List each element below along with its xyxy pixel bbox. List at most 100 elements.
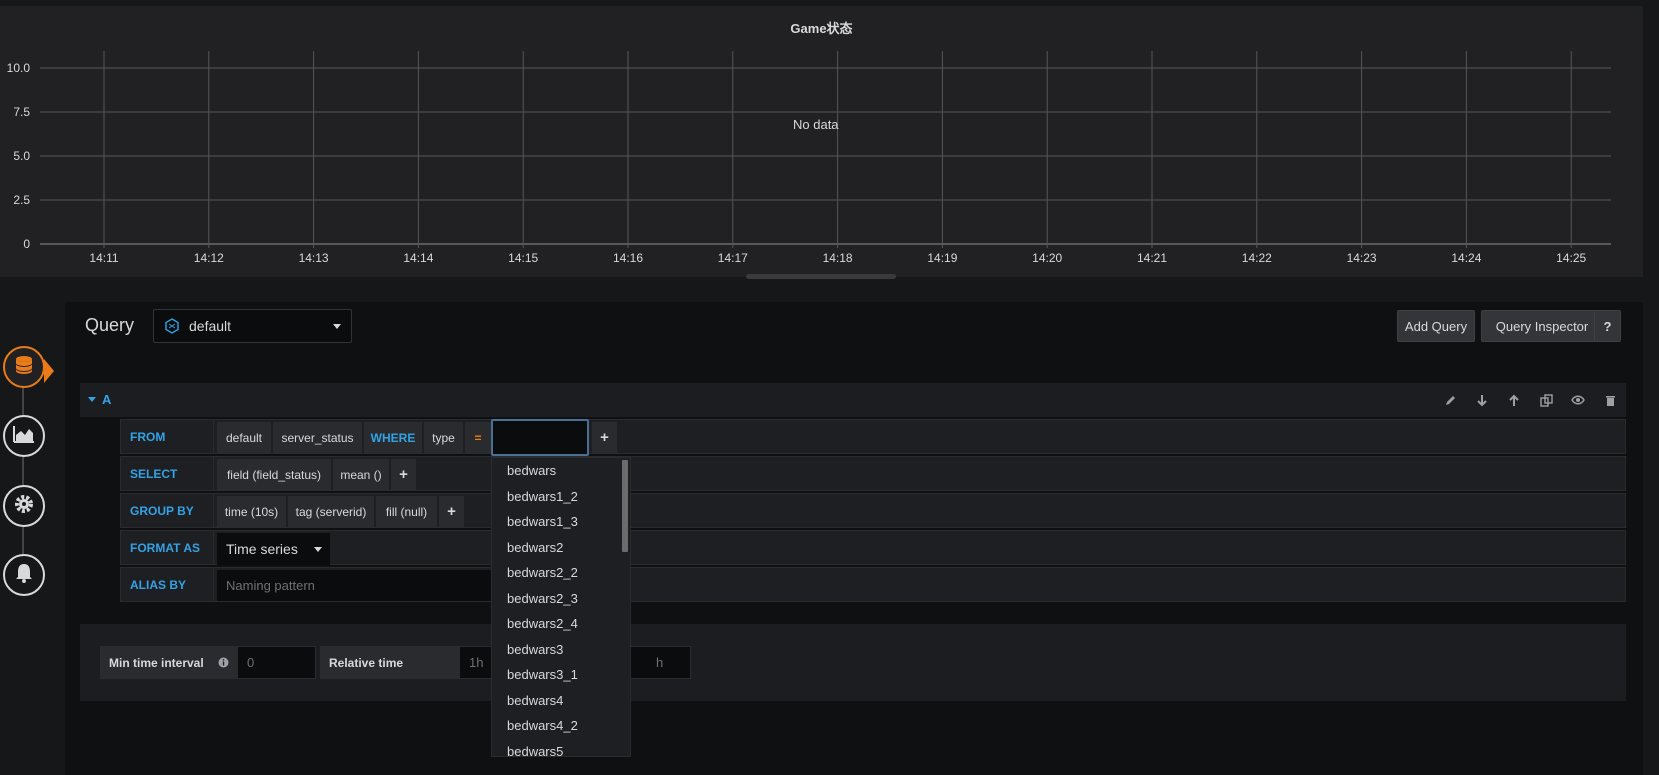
grafana-panel-editor: 0 2.5 5.0 7.5 10.0 14:11 14:12 14:13 14:14 14:15 1…	[0, 0, 1659, 775]
edit-icon[interactable]	[1442, 392, 1458, 408]
format-as-row: FORMAT AS Time series	[120, 530, 1626, 565]
field-segment[interactable]: field (field_status)	[217, 459, 331, 490]
alias-input[interactable]: Naming pattern	[217, 570, 495, 601]
min-time-input[interactable]: 0	[237, 646, 316, 679]
x-tick-label: 14:22	[1242, 251, 1272, 265]
active-tab-arrow	[44, 359, 54, 383]
from-keyword: FROM	[121, 420, 214, 453]
graph-panel: 0 2.5 5.0 7.5 10.0 14:11 14:12 14:13 14:14 14:15 1…	[0, 6, 1643, 277]
dropdown-option[interactable]: bedwars3_1	[507, 667, 578, 682]
format-as-value: Time series	[226, 541, 298, 557]
x-tick-label: 14:15	[508, 251, 538, 265]
y-tick-label: 2.5	[13, 193, 30, 207]
aggregation-segment[interactable]: mean ()	[333, 459, 389, 490]
where-operator[interactable]: =	[465, 422, 491, 453]
panel-resize-handle[interactable]	[746, 274, 896, 279]
bell-icon	[14, 562, 34, 589]
query-ref-label: A	[102, 392, 112, 407]
format-as-select[interactable]: Time series	[217, 533, 330, 565]
x-tick-label: 14:20	[1032, 251, 1062, 265]
query-row-a-header[interactable]: A	[80, 383, 1626, 417]
row-actions	[1442, 392, 1618, 408]
y-tick-label: 0	[23, 237, 30, 251]
x-tick-label: 14:25	[1556, 251, 1586, 265]
dropdown-option[interactable]: bedwars4_2	[507, 718, 578, 733]
datasource-value: default	[189, 318, 232, 334]
no-data-label: No data	[793, 117, 839, 132]
trash-icon[interactable]	[1602, 392, 1618, 408]
x-tick-label: 14:14	[403, 251, 433, 265]
query-inspector-button[interactable]: Query Inspector	[1481, 310, 1603, 342]
alert-tab[interactable]	[3, 554, 45, 596]
dropdown-option[interactable]: bedwars5	[507, 744, 563, 757]
visualization-tab[interactable]	[3, 415, 45, 457]
time-group-segment[interactable]: time (10s)	[217, 496, 286, 527]
help-button[interactable]: ?	[1594, 310, 1621, 342]
relative-time-label: Relative time	[320, 646, 459, 679]
y-tick-label: 5.0	[13, 149, 30, 163]
general-tab[interactable]	[3, 485, 45, 527]
move-up-icon[interactable]	[1506, 392, 1522, 408]
select-row: SELECT field (field_status) mean () +	[120, 456, 1626, 491]
collapse-caret-icon[interactable]	[88, 397, 96, 402]
x-tick-label: 14:24	[1451, 251, 1481, 265]
x-tick-label: 14:18	[823, 251, 853, 265]
dropdown-option[interactable]: bedwars2_4	[507, 616, 578, 631]
info-icon[interactable]	[218, 657, 229, 671]
x-tick-label: 14:17	[718, 251, 748, 265]
dropdown-option[interactable]: bedwars4	[507, 693, 563, 708]
tag-group-segment[interactable]: tag (serverid)	[288, 496, 374, 527]
measurement-segment[interactable]: server_status	[273, 422, 362, 453]
add-group-by-button[interactable]: +	[439, 496, 464, 527]
move-down-icon[interactable]	[1474, 392, 1490, 408]
group-by-row: GROUP BY time (10s) tag (serverid) fill …	[120, 493, 1626, 528]
x-tick-label: 14:16	[613, 251, 643, 265]
alias-by-keyword: ALIAS BY	[121, 568, 214, 601]
add-select-button[interactable]: +	[391, 459, 416, 490]
x-tick-label: 14:13	[299, 251, 329, 265]
datasource-select[interactable]: default	[153, 309, 352, 343]
area-chart-icon	[13, 424, 35, 449]
x-tick-label: 14:12	[194, 251, 224, 265]
x-tick-label: 14:21	[1137, 251, 1167, 265]
select-keyword: SELECT	[121, 457, 214, 490]
fill-segment[interactable]: fill (null)	[376, 496, 437, 527]
dropdown-option[interactable]: bedwars3	[507, 642, 563, 657]
panel-title[interactable]: Game状态	[0, 18, 1643, 37]
from-row: FROM default server_status WHERE type = …	[120, 419, 1626, 456]
where-keyword: WHERE	[364, 422, 422, 453]
database-icon	[13, 354, 35, 381]
alias-by-row: ALIAS BY Naming pattern	[120, 567, 1626, 602]
min-time-label-text: Min time interval	[109, 655, 204, 670]
queries-tab[interactable]	[3, 346, 45, 388]
query-section-title: Query	[85, 315, 135, 335]
gear-icon	[12, 492, 36, 521]
chevron-down-icon	[333, 324, 341, 329]
query-options: Min time interval 0 Relative time 1h h	[80, 624, 1626, 701]
group-by-keyword: GROUP BY	[121, 494, 214, 527]
min-time-label: Min time interval	[100, 646, 237, 679]
dropdown-option[interactable]: bedwars1_2	[507, 489, 578, 504]
x-tick-label: 14:11	[89, 251, 118, 265]
eye-icon[interactable]	[1570, 392, 1586, 408]
dropdown-option[interactable]: bedwars1_3	[507, 514, 578, 529]
tag-value-dropdown: bedwars bedwars1_2 bedwars1_3 bedwars2 bedwa…	[491, 457, 631, 757]
dropdown-scrollbar[interactable]	[622, 460, 628, 552]
chart: 0 2.5 5.0 7.5 10.0 14:11 14:12 14:13 14:14 14:15 1…	[7, 51, 1611, 265]
dropdown-option[interactable]: bedwars2	[507, 540, 563, 555]
add-query-button[interactable]: Add Query	[1397, 310, 1475, 342]
datasource-icon	[164, 318, 180, 334]
dropdown-option[interactable]: bedwars	[507, 463, 556, 478]
duplicate-icon[interactable]	[1538, 392, 1554, 408]
y-tick-label: 10.0	[7, 61, 31, 75]
dropdown-option[interactable]: bedwars2_3	[507, 591, 578, 606]
add-where-button[interactable]: +	[592, 422, 617, 453]
database-segment[interactable]: default	[217, 422, 271, 453]
where-tag-segment[interactable]: type	[424, 422, 463, 453]
y-tick-label: 7.5	[13, 105, 30, 119]
dropdown-option[interactable]: bedwars2_2	[507, 565, 578, 580]
where-value-input[interactable]	[491, 419, 589, 456]
x-tick-label: 14:23	[1347, 251, 1377, 265]
x-tick-label: 14:19	[927, 251, 957, 265]
format-as-keyword: FORMAT AS	[121, 531, 214, 564]
